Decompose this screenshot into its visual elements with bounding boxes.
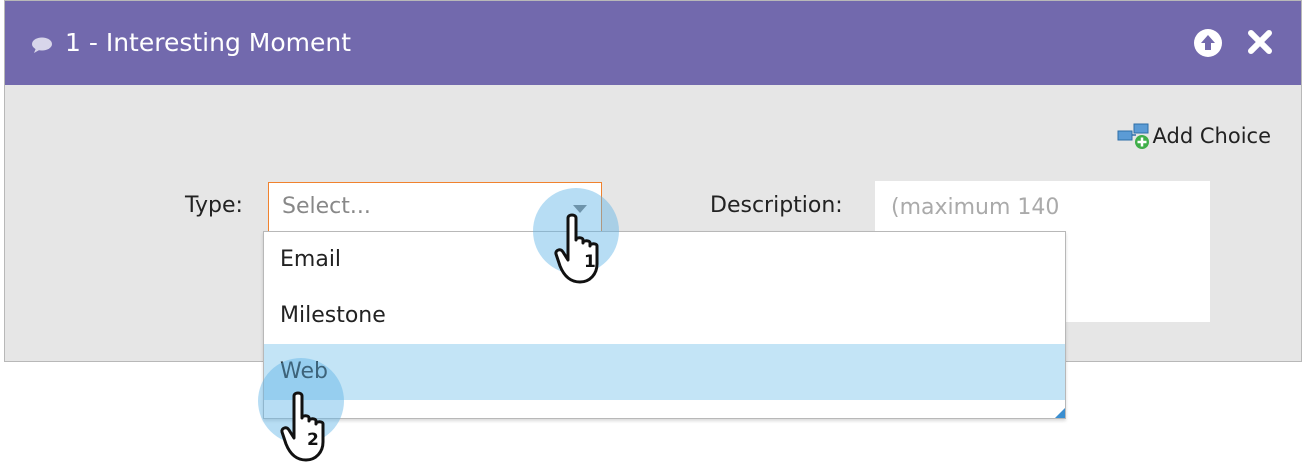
- type-label: Type:: [185, 193, 243, 218]
- add-choice-icon: [1117, 123, 1149, 149]
- dialog-header: 1 - Interesting Moment: [5, 1, 1301, 85]
- add-choice-button[interactable]: Add Choice: [1117, 121, 1271, 151]
- dropdown-option-milestone[interactable]: Milestone: [264, 288, 1065, 344]
- add-choice-label: Add Choice: [1152, 124, 1271, 148]
- callout-step-2: 2: [307, 430, 319, 450]
- callout-step-1: 1: [584, 252, 596, 272]
- dropdown-option-email[interactable]: Email: [264, 232, 1065, 288]
- description-placeholder: (maximum 140: [891, 195, 1060, 220]
- type-dropdown-list: Email Milestone Web: [263, 231, 1066, 419]
- chat-bubble-icon: [32, 37, 52, 53]
- resize-grip[interactable]: [1055, 408, 1065, 418]
- type-select-placeholder: Select...: [282, 194, 371, 219]
- dialog-title: 1 - Interesting Moment: [65, 28, 352, 57]
- description-label: Description:: [710, 193, 843, 218]
- dropdown-option-web[interactable]: Web: [264, 344, 1065, 400]
- pointer-hand-icon: [554, 213, 599, 284]
- arrow-up-circle-icon[interactable]: [1194, 29, 1222, 57]
- close-icon[interactable]: [1247, 29, 1273, 55]
- pointer-hand-icon: [280, 391, 325, 462]
